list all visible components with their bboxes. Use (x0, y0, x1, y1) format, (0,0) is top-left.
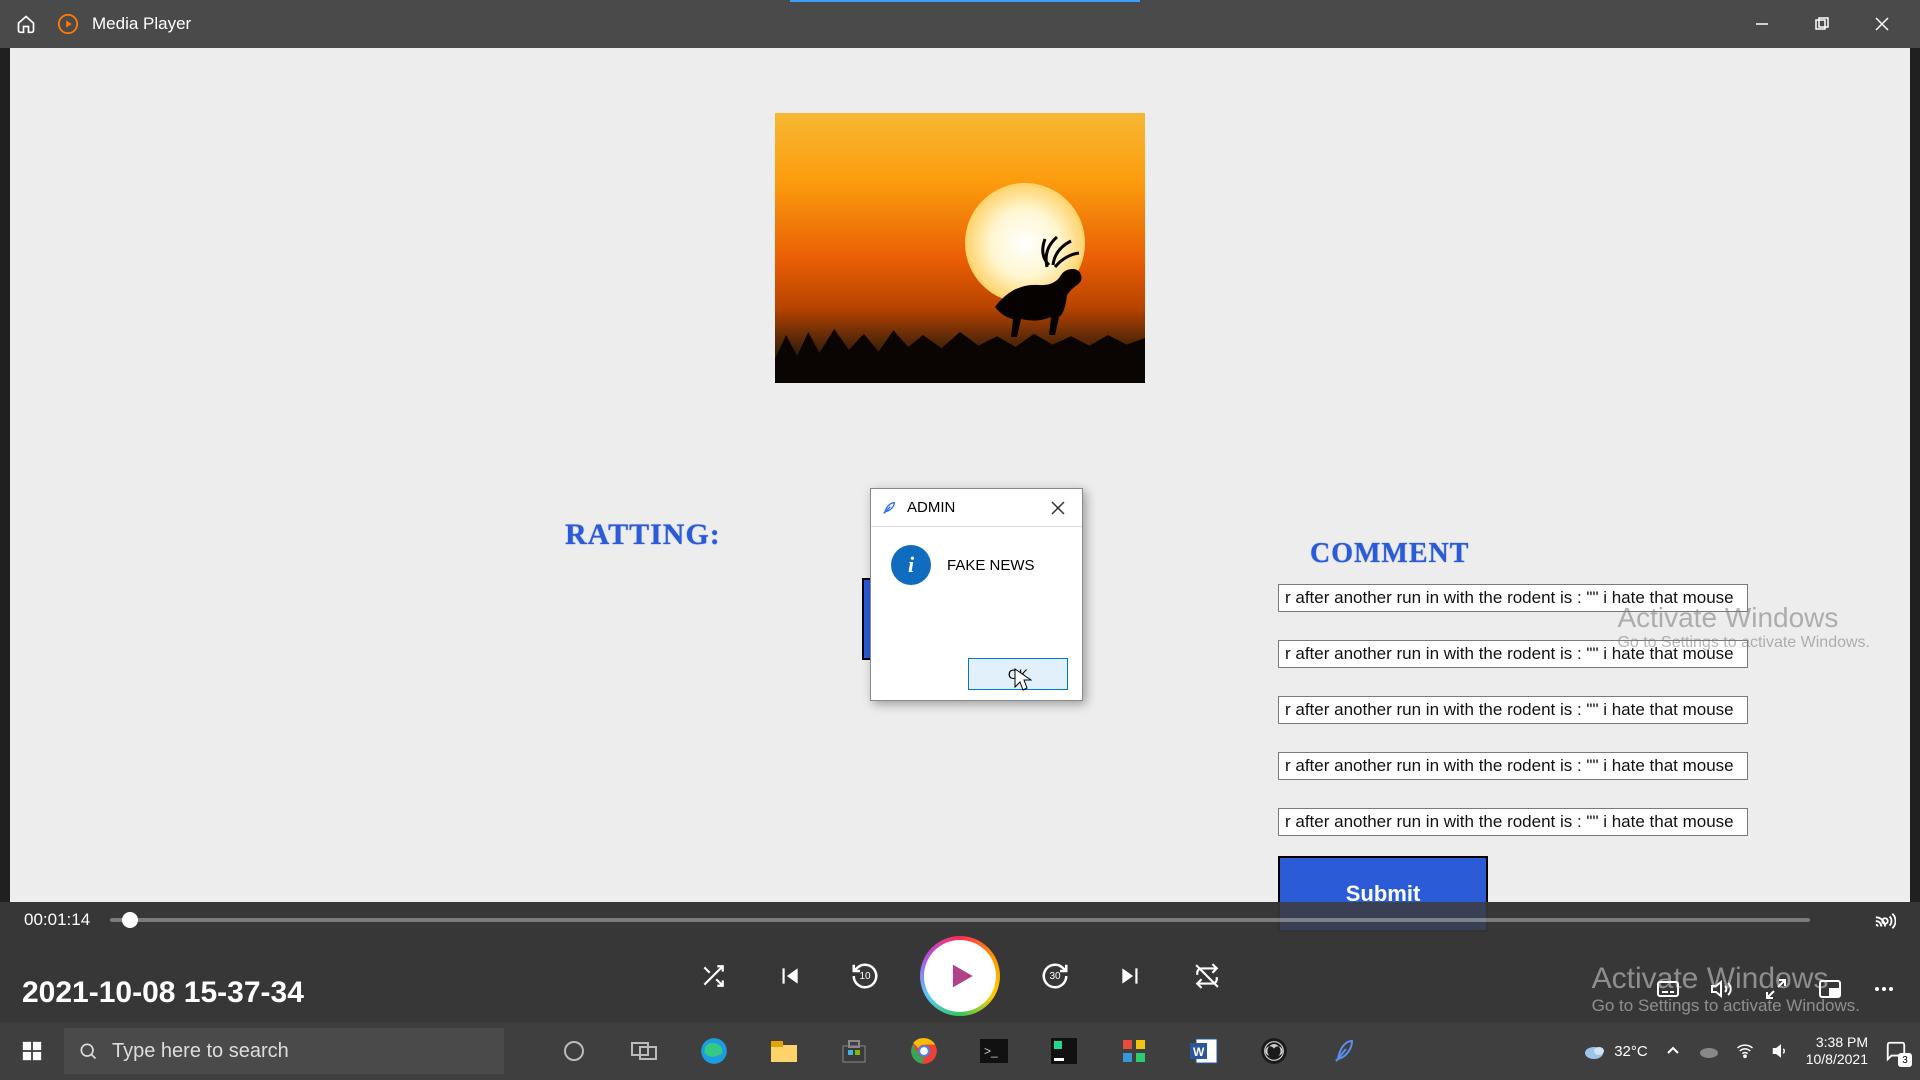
comment-field-4[interactable] (1278, 752, 1748, 780)
deer-silhouette (975, 229, 1095, 339)
tk-feather-icon (881, 500, 897, 516)
shuffle-button[interactable] (696, 959, 730, 993)
close-button[interactable] (1852, 0, 1912, 48)
weather-widget[interactable]: 32°C (1582, 1041, 1648, 1061)
svg-text:>_: >_ (984, 1044, 998, 1058)
activate-windows-watermark-inner: Activate Windows Go to Settings to activ… (1617, 602, 1870, 652)
comment-label: COMMENT (1310, 538, 1469, 570)
skip-fwd-amount: 30 (1049, 971, 1060, 982)
cortana-icon[interactable] (544, 1026, 604, 1076)
clock-time: 3:38 PM (1806, 1034, 1868, 1051)
messagebox-ok-button[interactable]: OK (968, 658, 1068, 690)
admin-messagebox: ADMIN i FAKE NEWS OK (870, 488, 1083, 701)
watermark-title: Activate Windows (1617, 602, 1870, 634)
tray-chevron-icon[interactable] (1662, 1040, 1684, 1062)
watermark-sub: Go to Settings to activate Windows. (1617, 634, 1870, 652)
maximize-button[interactable] (1792, 0, 1852, 48)
skip-forward-30-button[interactable]: 30 (1038, 959, 1072, 993)
app-grid-icon[interactable] (1104, 1026, 1164, 1076)
more-options-button[interactable] (1872, 977, 1896, 1006)
taskbar-search[interactable]: Type here to search (64, 1028, 504, 1074)
messagebox-message: FAKE NEWS (947, 557, 1035, 574)
home-icon[interactable] (8, 6, 44, 42)
wifi-icon[interactable] (1734, 1040, 1756, 1062)
transport-controls: 10 30 (696, 940, 1224, 1012)
media-file-title: 2021-10-08 15-37-34 (22, 976, 304, 1010)
edge-icon[interactable] (684, 1026, 744, 1076)
skip-back-amount: 10 (859, 971, 870, 982)
terminal-icon[interactable]: >_ (964, 1026, 1024, 1076)
messagebox-close-button[interactable] (1044, 494, 1072, 522)
messagebox-titlebar[interactable]: ADMIN (871, 489, 1082, 527)
svg-text:W: W (1193, 1045, 1205, 1059)
seek-bar[interactable] (110, 918, 1810, 922)
notifications-badge: 3 (1898, 1053, 1912, 1067)
ratting-label: RATTING: (565, 518, 721, 552)
timecode: 00:01:14 (24, 910, 90, 930)
chrome-icon[interactable] (894, 1026, 954, 1076)
start-button[interactable] (0, 1022, 64, 1080)
taskbar-clock[interactable]: 3:38 PM 10/8/2021 (1806, 1034, 1868, 1068)
repeat-button[interactable] (1190, 959, 1224, 993)
search-placeholder: Type here to search (112, 1040, 289, 1063)
subtitles-button[interactable] (1656, 977, 1680, 1006)
app-title: Media Player (92, 14, 191, 34)
titlebar: Media Player (0, 0, 1920, 48)
word-icon[interactable]: W (1174, 1026, 1234, 1076)
search-icon (78, 1041, 98, 1061)
next-button[interactable] (1114, 959, 1148, 993)
mini-player-button[interactable] (1818, 977, 1842, 1006)
ok-button-label: OK (1008, 666, 1028, 682)
player-right-controls (1656, 977, 1896, 1006)
window-top-accent (790, 0, 1140, 2)
skip-back-10-button[interactable]: 10 (848, 959, 882, 993)
hero-image-deer-sunset (775, 113, 1145, 383)
weather-temp: 32°C (1614, 1043, 1648, 1060)
system-tray: 32°C 3:38 PM 10/8/2021 3 (1582, 1034, 1920, 1068)
windows-taskbar: Type here to search >_ W 32°C 3:38 PM 10… (0, 1022, 1920, 1080)
minimize-button[interactable] (1732, 0, 1792, 48)
comment-field-5[interactable] (1278, 808, 1748, 836)
volume-tray-icon[interactable] (1770, 1040, 1792, 1062)
cast-icon[interactable] (1874, 910, 1896, 937)
file-explorer-icon[interactable] (754, 1026, 814, 1076)
player-controls-overlay: 00:01:14 2021-10-08 15-37-34 10 30 (0, 902, 1920, 1022)
taskbar-apps: >_ W (544, 1026, 1374, 1076)
obs-icon[interactable] (1244, 1026, 1304, 1076)
messagebox-title: ADMIN (907, 499, 955, 516)
ms-store-icon[interactable] (824, 1026, 884, 1076)
task-view-icon[interactable] (614, 1026, 674, 1076)
clock-date: 10/8/2021 (1806, 1051, 1868, 1068)
onedrive-icon[interactable] (1698, 1040, 1720, 1062)
info-icon: i (891, 545, 931, 585)
media-player-app-icon (50, 6, 86, 42)
video-frame: RATTING: COMMENT Submit Activate Windows… (10, 48, 1910, 902)
weather-cloud-icon (1582, 1041, 1606, 1061)
volume-button[interactable] (1710, 977, 1734, 1006)
seek-thumb[interactable] (122, 912, 138, 928)
fullscreen-button[interactable] (1764, 977, 1788, 1006)
previous-button[interactable] (772, 959, 806, 993)
comment-field-3[interactable] (1278, 696, 1748, 724)
tk-app-icon[interactable] (1314, 1026, 1374, 1076)
play-button[interactable] (924, 940, 996, 1012)
pycharm-icon[interactable] (1034, 1026, 1094, 1076)
notifications-button[interactable]: 3 (1882, 1037, 1910, 1065)
